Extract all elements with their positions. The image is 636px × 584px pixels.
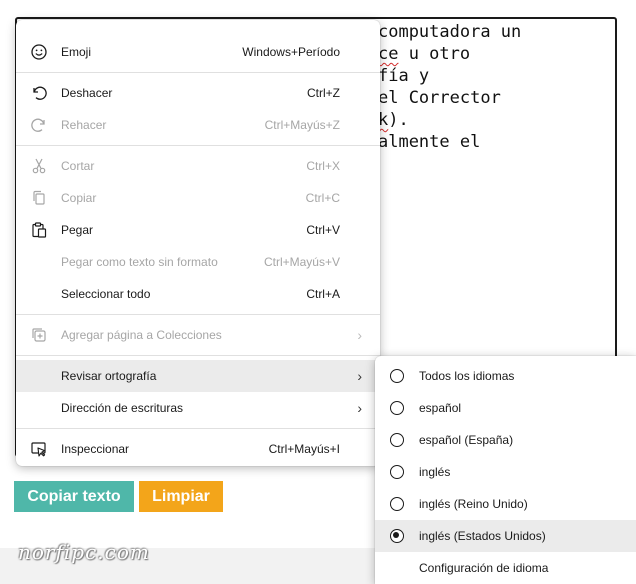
menu-item-select-all[interactable]: Seleccionar todo Ctrl+A <box>16 278 380 310</box>
menu-label: Seleccionar todo <box>61 287 151 301</box>
menu-item-cut[interactable]: Cortar Ctrl+X <box>16 150 380 182</box>
spellcheck-submenu: Todos los idiomas español español (Españ… <box>375 356 636 584</box>
language-option[interactable]: español <box>375 392 636 424</box>
menu-shortcut: Ctrl+Mayús+V <box>263 255 340 269</box>
collections-icon <box>30 326 48 344</box>
menu-label: Agregar página a Colecciones <box>61 328 222 342</box>
radio-selected-icon <box>390 529 404 543</box>
language-label: inglés (Estados Unidos) <box>419 529 546 543</box>
menu-shortcut: Ctrl+Mayús+Z <box>264 118 340 132</box>
menu-label: Inspeccionar <box>61 442 130 456</box>
menu-shortcut: Ctrl+V <box>306 223 340 237</box>
menu-label: Pegar como texto sin formato <box>61 255 218 269</box>
undo-icon <box>30 84 48 102</box>
menu-label: Cortar <box>61 159 95 173</box>
site-watermark: norfipc.com <box>18 540 150 564</box>
language-label: inglés <box>419 465 451 479</box>
radio-icon <box>390 497 404 511</box>
language-label: Todos los idiomas <box>419 369 515 383</box>
text-run: u otro <box>398 44 471 64</box>
menu-item-redo[interactable]: Rehacer Ctrl+Mayús+Z <box>16 109 380 141</box>
menu-shortcut: Windows+Período <box>242 45 340 59</box>
scissors-icon <box>30 157 48 175</box>
radio-icon <box>390 369 404 383</box>
language-settings-label: Configuración de idioma <box>419 561 549 575</box>
menu-shortcut: Ctrl+Z <box>307 86 340 100</box>
language-label: inglés (Reino Unido) <box>419 497 528 511</box>
emoji-icon <box>30 43 48 61</box>
menu-item-paste[interactable]: Pegar Ctrl+V <box>16 214 380 246</box>
menu-item-paste-plain-text[interactable]: Pegar como texto sin formato Ctrl+Mayús+… <box>16 246 380 278</box>
menu-item-spellcheck[interactable]: Revisar ortografía › <box>16 360 380 392</box>
clipboard-icon <box>30 221 48 239</box>
menu-separator <box>16 145 380 146</box>
menu-label: Dirección de escrituras <box>61 401 184 415</box>
menu-shortcut: Ctrl+X <box>306 159 340 173</box>
menu-separator <box>16 355 380 356</box>
menu-item-add-to-collections[interactable]: Agregar página a Colecciones › <box>16 319 380 351</box>
copy-text-button[interactable]: Copiar texto <box>14 481 134 512</box>
language-option[interactable]: español (España) <box>375 424 636 456</box>
context-menu: Emoji Windows+Período Deshacer Ctrl+Z Re… <box>16 20 380 466</box>
menu-shortcut: Ctrl+C <box>305 191 340 205</box>
inspect-icon <box>30 440 48 458</box>
language-option[interactable]: Todos los idiomas <box>375 360 636 392</box>
menu-label: Emoji <box>61 45 92 59</box>
menu-shortcut: Ctrl+A <box>306 287 340 301</box>
language-option[interactable]: inglés (Reino Unido) <box>375 488 636 520</box>
menu-item-writing-direction[interactable]: Dirección de escrituras › <box>16 392 380 424</box>
menu-separator <box>16 72 380 73</box>
chevron-right-icon: › <box>357 400 362 416</box>
menu-item-inspect[interactable]: Inspeccionar Ctrl+Mayús+I <box>16 433 380 465</box>
radio-icon <box>390 433 404 447</box>
copy-icon <box>30 189 48 207</box>
menu-item-emoji[interactable]: Emoji Windows+Período <box>16 36 380 68</box>
language-label: español (España) <box>419 433 514 447</box>
menu-item-undo[interactable]: Deshacer Ctrl+Z <box>16 77 380 109</box>
menu-label: Rehacer <box>61 118 107 132</box>
chevron-right-icon: › <box>357 368 362 384</box>
radio-icon <box>390 401 404 415</box>
clear-button[interactable]: Limpiar <box>139 481 223 512</box>
menu-shortcut: Ctrl+Mayús+I <box>268 442 340 456</box>
text-run: ). <box>388 110 409 130</box>
language-option[interactable]: inglés <box>375 456 636 488</box>
language-settings-item[interactable]: Configuración de idioma <box>375 552 636 584</box>
menu-label: Revisar ortografía <box>61 369 157 383</box>
menu-label: Copiar <box>61 191 97 205</box>
menu-separator <box>16 314 380 315</box>
menu-label: Deshacer <box>61 86 113 100</box>
language-option-selected[interactable]: inglés (Estados Unidos) <box>375 520 636 552</box>
radio-icon <box>390 465 404 479</box>
menu-label: Pegar <box>61 223 94 237</box>
menu-separator <box>16 428 380 429</box>
redo-icon <box>30 116 48 134</box>
language-label: español <box>419 401 462 415</box>
menu-item-copy[interactable]: Copiar Ctrl+C <box>16 182 380 214</box>
chevron-right-icon: › <box>357 327 362 343</box>
